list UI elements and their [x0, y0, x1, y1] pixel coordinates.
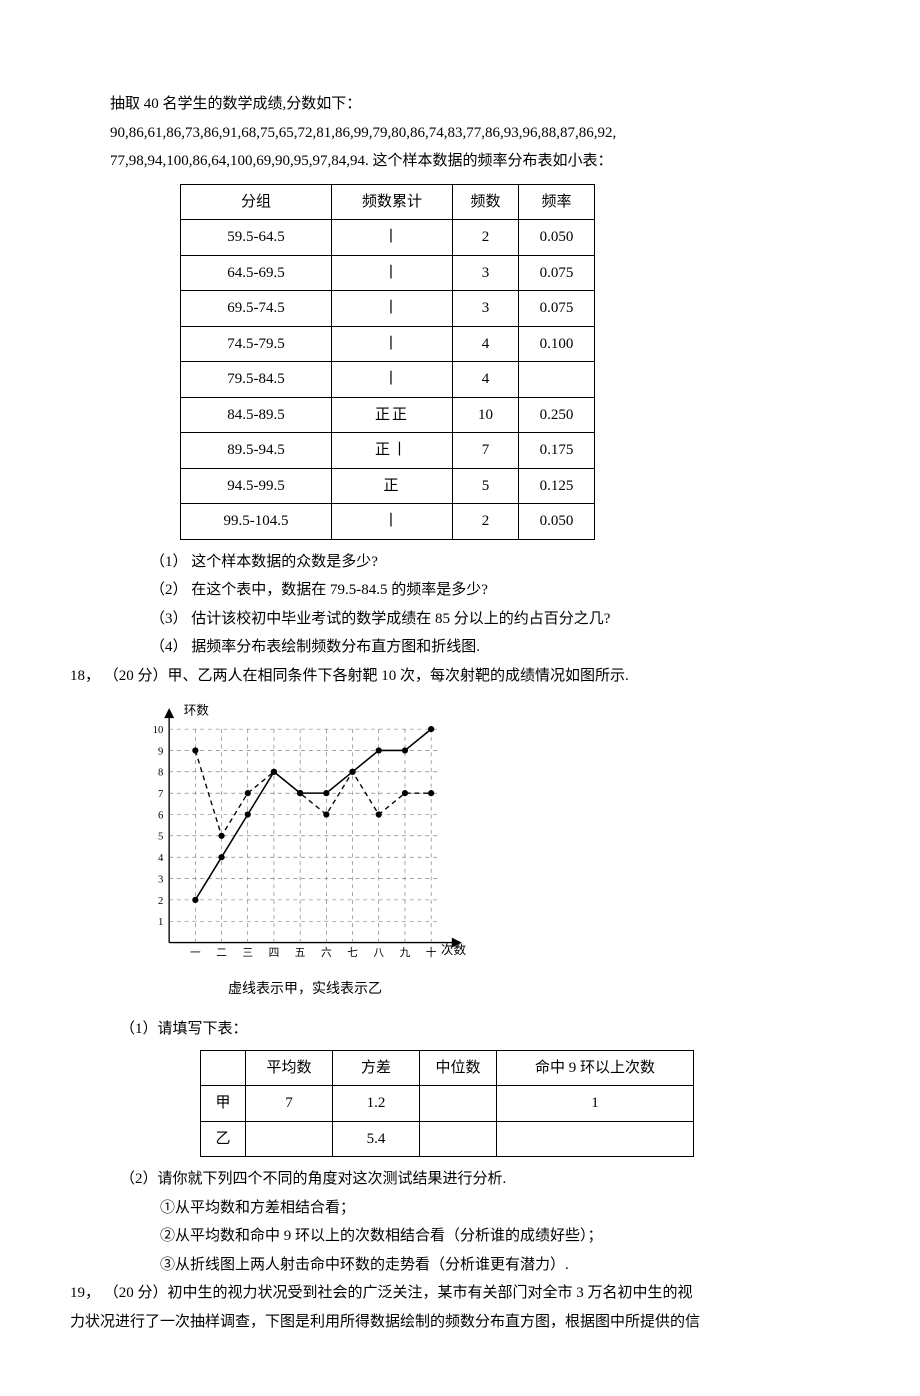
svg-text:7: 7 [158, 788, 164, 800]
svg-text:三: 三 [242, 947, 253, 959]
intro-line3: 77,98,94,100,86,64,100,69,90,95,97,84,94… [70, 147, 850, 176]
table-row: 甲 7 1.2 1 [201, 1086, 694, 1122]
svg-text:一: 一 [190, 947, 201, 959]
svg-text:9: 9 [158, 745, 163, 757]
q17-sub4: （4） 据频率分布表绘制频数分布直方图和折线图. [70, 633, 850, 662]
svg-text:3: 3 [158, 873, 163, 885]
q17-sub1: （1） 这个样本数据的众数是多少? [70, 548, 850, 577]
svg-text:二: 二 [216, 947, 227, 959]
stat-th-hit: 命中 9 环以上次数 [497, 1050, 694, 1086]
shooting-chart: 1 2 3 4 5 6 7 8 9 10 一 二 三 四 五 六 七 八 九 十 环数 次数 [130, 700, 480, 973]
q18-sub1: （1）请填写下表： [70, 1015, 850, 1044]
q17-sub3: （3） 估计该校初中毕业考试的数学成绩在 85 分以上的约占百分之几? [70, 605, 850, 634]
svg-text:1: 1 [158, 916, 163, 928]
table-row: 乙 5.4 [201, 1121, 694, 1157]
q19-line2: 力状况进行了一次抽样调查，下图是利用所得数据绘制的频数分布直方图，根据图中所提供… [70, 1308, 850, 1337]
stat-th-med: 中位数 [420, 1050, 497, 1086]
q18-sub2: （2）请你就下列四个不同的角度对这次测试结果进行分析. [70, 1165, 850, 1194]
svg-text:九: 九 [400, 947, 411, 959]
svg-text:8: 8 [158, 767, 163, 779]
th-tally: 频数累计 [332, 184, 453, 220]
stat-th-avg: 平均数 [246, 1050, 333, 1086]
q18-sub2c: ③从折线图上两人射击命中环数的走势看（分析谁更有潜力）. [70, 1251, 850, 1280]
svg-text:六: 六 [321, 947, 332, 959]
svg-text:次数: 次数 [441, 943, 467, 957]
th-group: 分组 [181, 184, 332, 220]
intro-line2: 90,86,61,86,73,86,91,68,75,65,72,81,86,9… [70, 119, 850, 148]
intro-line1: 抽取 40 名学生的数学成绩,分数如下： [70, 90, 850, 119]
table-row: 99.5-104.5 丨 2 0.050 [181, 504, 595, 540]
chart-caption: 虚线表示甲，实线表示乙 [130, 977, 480, 1004]
stat-th-name [201, 1050, 246, 1086]
svg-text:七: 七 [347, 947, 358, 959]
table-row: 89.5-94.5 正丨 7 0.175 [181, 433, 595, 469]
q17-sub2: （2） 在这个表中，数据在 79.5-84.5 的频率是多少? [70, 576, 850, 605]
frequency-table: 分组 频数累计 频数 频率 59.5-64.5 丨 2 0.050 64.5-6… [180, 184, 595, 540]
table-row: 79.5-84.5 丨 4 [181, 362, 595, 398]
q18-head: 18， （20 分）甲、乙两人在相同条件下各射靶 10 次，每次射靶的成绩情况如… [70, 662, 850, 691]
svg-text:10: 10 [153, 724, 164, 736]
table-row: 59.5-64.5 丨 2 0.050 [181, 220, 595, 256]
table-row: 64.5-69.5 丨 3 0.075 [181, 255, 595, 291]
svg-text:5: 5 [158, 831, 163, 843]
svg-text:2: 2 [158, 895, 163, 907]
svg-text:五: 五 [295, 947, 306, 959]
svg-text:6: 6 [158, 809, 164, 821]
q18-sub2a: ①从平均数和方差相结合看； [70, 1194, 850, 1223]
stat-th-var: 方差 [333, 1050, 420, 1086]
table-row: 84.5-89.5 正正 10 0.250 [181, 397, 595, 433]
svg-text:4: 4 [158, 852, 164, 864]
table-row: 74.5-79.5 丨 4 0.100 [181, 326, 595, 362]
q19-line1: 19， （20 分）初中生的视力状况受到社会的广泛关注，某市有关部门对全市 3 … [70, 1279, 850, 1308]
table-row: 69.5-74.5 丨 3 0.075 [181, 291, 595, 327]
q18-sub2b: ②从平均数和命中 9 环以上的次数相结合看（分析谁的成绩好些）； [70, 1222, 850, 1251]
svg-text:环数: 环数 [184, 704, 210, 718]
svg-text:四: 四 [269, 947, 280, 959]
stat-table: 平均数 方差 中位数 命中 9 环以上次数 甲 7 1.2 1 乙 5.4 [200, 1050, 694, 1158]
th-freq: 频数 [453, 184, 519, 220]
table-row: 94.5-99.5 正 5 0.125 [181, 468, 595, 504]
th-rate: 频率 [519, 184, 595, 220]
svg-text:十: 十 [426, 946, 437, 959]
svg-text:八: 八 [373, 947, 384, 959]
